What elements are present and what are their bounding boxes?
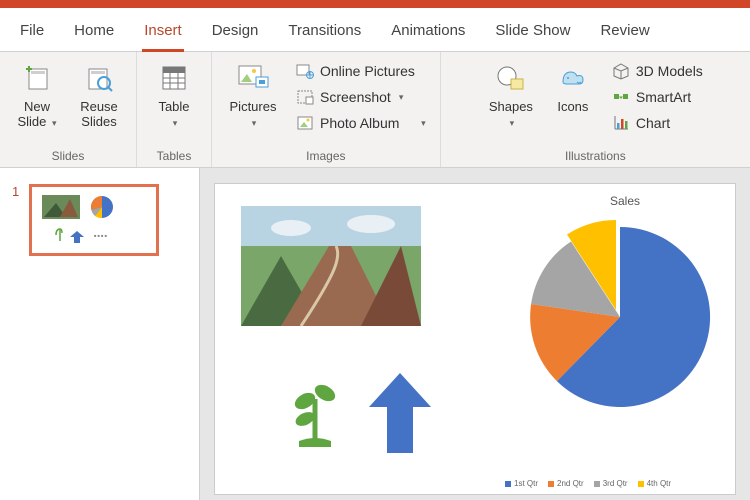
group-images: Pictures▾ Online Pictures Screenshot ▾ <box>212 52 441 167</box>
tab-design[interactable]: Design <box>210 16 261 51</box>
table-label: Table▾ <box>158 100 189 130</box>
legend-item: 3rd Qtr <box>594 479 628 488</box>
smartart-icon <box>612 88 630 106</box>
online-pictures-button[interactable]: Online Pictures <box>292 60 430 82</box>
online-pictures-label: Online Pictures <box>320 63 415 79</box>
thumbnail-preview: ■ ■ ■ ■ <box>32 187 159 256</box>
group-illustrations-label: Illustrations <box>451 147 740 167</box>
tab-home[interactable]: Home <box>72 16 116 51</box>
group-slides-label: Slides <box>10 147 126 167</box>
icons-button[interactable]: Icons <box>546 58 600 115</box>
inserted-picture[interactable] <box>241 206 421 326</box>
thumbnail-slide-1[interactable]: ■ ■ ■ ■ <box>29 184 159 256</box>
thumbnail-row[interactable]: 1 ■ ■ ■ ■ <box>12 184 187 256</box>
photo-album-button[interactable]: Photo Album ▾ <box>292 112 430 134</box>
smartart-label: SmartArt <box>636 89 691 105</box>
chevron-down-icon: ▾ <box>510 118 515 128</box>
pictures-icon <box>235 60 271 96</box>
reuse-slides-icon <box>81 60 117 96</box>
shapes-icon <box>493 60 529 96</box>
svg-text:■ ■ ■ ■: ■ ■ ■ ■ <box>94 233 108 238</box>
inserted-chart-pie[interactable] <box>515 212 725 422</box>
3d-models-label: 3D Models <box>636 63 703 79</box>
pictures-label: Pictures▾ <box>230 100 277 130</box>
smartart-button[interactable]: SmartArt <box>608 86 707 108</box>
tab-file[interactable]: File <box>18 16 46 51</box>
legend-item: 4th Qtr <box>638 479 671 488</box>
group-tables: Table▾ Tables <box>137 52 212 167</box>
legend-label: 1st Qtr <box>514 479 538 488</box>
new-slide-label: NewSlide ▾ <box>17 100 56 130</box>
group-images-label: Images <box>222 147 430 167</box>
new-slide-icon <box>19 60 55 96</box>
3d-models-button[interactable]: 3D Models <box>608 60 707 82</box>
legend-swatch <box>548 481 554 487</box>
chevron-down-icon: ▾ <box>421 118 426 129</box>
tab-animations[interactable]: Animations <box>389 16 467 51</box>
reuse-slides-label: ReuseSlides <box>80 100 118 130</box>
thumbnail-panel: 1 ■ ■ ■ ■ <box>0 168 200 500</box>
screenshot-icon <box>296 88 314 106</box>
thumbnail-number: 1 <box>12 184 19 199</box>
chevron-down-icon: ▾ <box>52 118 57 128</box>
pictures-button[interactable]: Pictures▾ <box>222 58 284 130</box>
chart-button[interactable]: Chart <box>608 112 707 134</box>
photo-album-label: Photo Album <box>320 115 399 131</box>
photo-album-icon <box>296 114 314 132</box>
table-icon <box>156 60 192 96</box>
table-button[interactable]: Table▾ <box>147 58 201 130</box>
shapes-button[interactable]: Shapes▾ <box>484 58 538 130</box>
legend-item: 1st Qtr <box>505 479 538 488</box>
tab-slideshow[interactable]: Slide Show <box>493 16 572 51</box>
reuse-slides-button[interactable]: ReuseSlides <box>72 58 126 130</box>
group-illustrations: Shapes▾ Icons 3D Models <box>441 52 750 167</box>
chart-label: Chart <box>636 115 670 131</box>
shapes-label: Shapes▾ <box>489 100 533 130</box>
slide-canvas[interactable]: Sales 1st Qtr 2nd Qtr 3rd Qtr <box>215 184 735 494</box>
legend-swatch <box>505 481 511 487</box>
chevron-down-icon: ▾ <box>399 92 404 103</box>
tab-review[interactable]: Review <box>598 16 651 51</box>
inserted-icon-plant[interactable] <box>285 379 345 449</box>
slide-editor[interactable]: Sales 1st Qtr 2nd Qtr 3rd Qtr <box>200 168 750 500</box>
legend-label: 2nd Qtr <box>557 479 584 488</box>
legend-swatch <box>638 481 644 487</box>
legend-label: 4th Qtr <box>647 479 671 488</box>
chart-icon <box>612 114 630 132</box>
legend-label: 3rd Qtr <box>603 479 628 488</box>
group-slides: NewSlide ▾ ReuseSlides Slides <box>0 52 137 167</box>
legend-swatch <box>594 481 600 487</box>
ribbon-tabs: File Home Insert Design Transitions Anim… <box>0 8 750 52</box>
chevron-down-icon: ▾ <box>173 118 178 128</box>
online-pictures-icon <box>296 62 314 80</box>
screenshot-label: Screenshot <box>320 89 391 105</box>
chevron-down-icon: ▾ <box>252 118 257 128</box>
chart-title[interactable]: Sales <box>555 194 695 208</box>
chart-legend: 1st Qtr 2nd Qtr 3rd Qtr 4th Qtr <box>505 479 671 488</box>
icons-icon <box>555 60 591 96</box>
title-bar <box>0 0 750 8</box>
screenshot-button[interactable]: Screenshot ▾ <box>292 86 430 108</box>
ribbon: NewSlide ▾ ReuseSlides Slides <box>0 52 750 168</box>
new-slide-button[interactable]: NewSlide ▾ <box>10 58 64 130</box>
tab-insert[interactable]: Insert <box>142 16 184 52</box>
legend-item: 2nd Qtr <box>548 479 584 488</box>
inserted-shape-arrow[interactable] <box>365 369 435 459</box>
group-tables-label: Tables <box>147 147 201 167</box>
workspace: 1 ■ ■ ■ ■ <box>0 168 750 500</box>
icons-label: Icons <box>557 100 588 115</box>
cube-icon <box>612 62 630 80</box>
tab-transitions[interactable]: Transitions <box>286 16 363 51</box>
